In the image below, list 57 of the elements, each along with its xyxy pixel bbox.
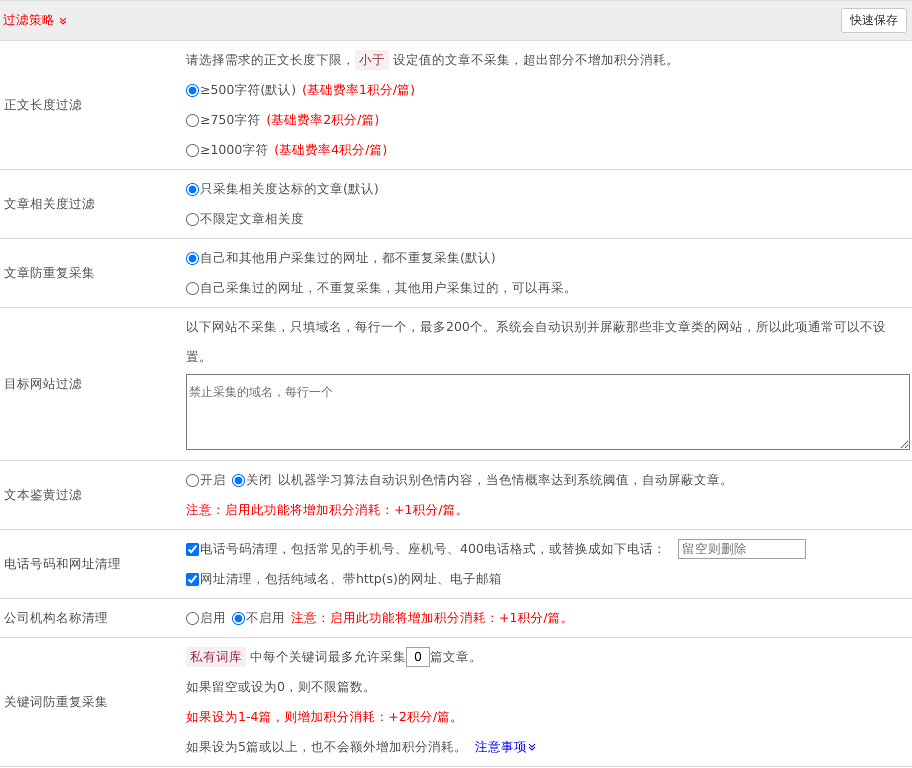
double-chevron-icon <box>528 743 536 751</box>
option-label[interactable]: 网址清理，包括纯域名、带http(s)的网址、电子邮箱 <box>200 564 502 594</box>
setting-label: 文本鉴黄过滤 <box>4 486 82 504</box>
description-text: 设定值的文章不采集，超出部分不增加积分消耗。 <box>393 51 679 69</box>
option-label[interactable]: ≥750字符 <box>200 105 260 135</box>
warning-text: (基础费率1积分/篇) <box>302 81 416 99</box>
radio-button[interactable] <box>186 252 199 264</box>
domain-textarea[interactable]: 禁止采集的域名，每行一个 <box>186 374 910 450</box>
option-label[interactable]: ≥500字符(默认) <box>200 75 296 105</box>
option-label[interactable]: 开启 <box>200 465 226 495</box>
setting-label: 正文长度过滤 <box>4 96 82 114</box>
option-label[interactable]: 自己和其他用户采集过的网址，都不重复采集(默认) <box>200 243 496 273</box>
option-label[interactable]: 关闭 <box>246 465 272 495</box>
option-label[interactable]: 不启用 <box>246 603 285 633</box>
description-text: 以下网站不采集，只填域名，每行一个，最多200个。系统会自动识别并屏蔽那些非文章类的网站，所以此项通常可以不设置。 <box>186 318 887 366</box>
radio-button[interactable] <box>186 212 199 226</box>
radio-button[interactable] <box>186 182 199 196</box>
radio-button[interactable] <box>186 84 199 96</box>
option-label[interactable]: 只采集相关度达标的文章(默认) <box>200 174 379 204</box>
description-text: 篇文章。 <box>430 648 482 666</box>
option-label[interactable]: 电话号码清理，包括常见的手机号、座机号、400电话格式，或替换成如下电话： <box>200 534 666 564</box>
checkbox[interactable] <box>186 542 199 556</box>
option-label[interactable]: 启用 <box>200 603 226 633</box>
phone-input-field[interactable]: 留空则删除 <box>678 539 806 559</box>
option-label[interactable]: 不限定文章相关度 <box>200 204 304 234</box>
keyword-tag: 小于 <box>355 50 389 70</box>
description-text: 中每个关键词最多允许采集 <box>250 648 406 666</box>
setting-label: 电话号码和网址清理 <box>4 556 121 572</box>
setting-label: 关键词防重复采集 <box>4 694 108 710</box>
setting-label: 文章防重复采集 <box>4 264 95 282</box>
double-chevron-icon[interactable] <box>59 16 67 24</box>
notes-link[interactable]: 注意事项 <box>474 732 536 762</box>
radio-button[interactable] <box>186 144 199 156</box>
radio-button[interactable] <box>186 114 199 126</box>
radio-button[interactable] <box>186 612 199 624</box>
warning-text: 注意：启用此功能将增加积分消耗：+1积分/篇。 <box>291 609 574 627</box>
description-text: 请选择需求的正文长度下限， <box>186 51 355 69</box>
radio-button[interactable] <box>232 474 245 486</box>
description-text: 如果留空或设为0，则不限篇数。 <box>186 678 376 696</box>
number-input-field[interactable]: 0 <box>406 647 430 667</box>
description-text: 如果设为5篇或以上，也不会额外增加积分消耗。 <box>186 738 467 756</box>
radio-button[interactable] <box>186 474 199 486</box>
option-label[interactable]: 自己采集过的网址，不重复采集，其他用户采集过的，可以再采。 <box>200 273 577 303</box>
quick-save-button[interactable]: 快速保存 <box>841 8 907 33</box>
keyword-tag: 私有词库 <box>186 647 246 667</box>
option-label[interactable]: ≥1000字符 <box>200 135 268 165</box>
radio-button[interactable] <box>232 612 245 624</box>
warning-text: 注意：启用此功能将增加积分消耗：+1积分/篇。 <box>186 501 469 519</box>
radio-button[interactable] <box>186 282 199 294</box>
description-text: 以机器学习算法自动识别色情内容，当色情概率达到系统阈值，自动屏蔽文章。 <box>278 471 733 489</box>
setting-label: 文章相关度过滤 <box>4 196 95 212</box>
warning-text: (基础费率4积分/篇) <box>274 141 388 159</box>
setting-label: 公司机构名称清理 <box>4 610 108 626</box>
setting-label: 目标网站过滤 <box>4 376 82 392</box>
warning-text: (基础费率2积分/篇) <box>266 111 380 129</box>
checkbox[interactable] <box>186 572 199 586</box>
warning-text: 如果设为1-4篇，则增加积分消耗：+2积分/篇。 <box>186 708 464 726</box>
